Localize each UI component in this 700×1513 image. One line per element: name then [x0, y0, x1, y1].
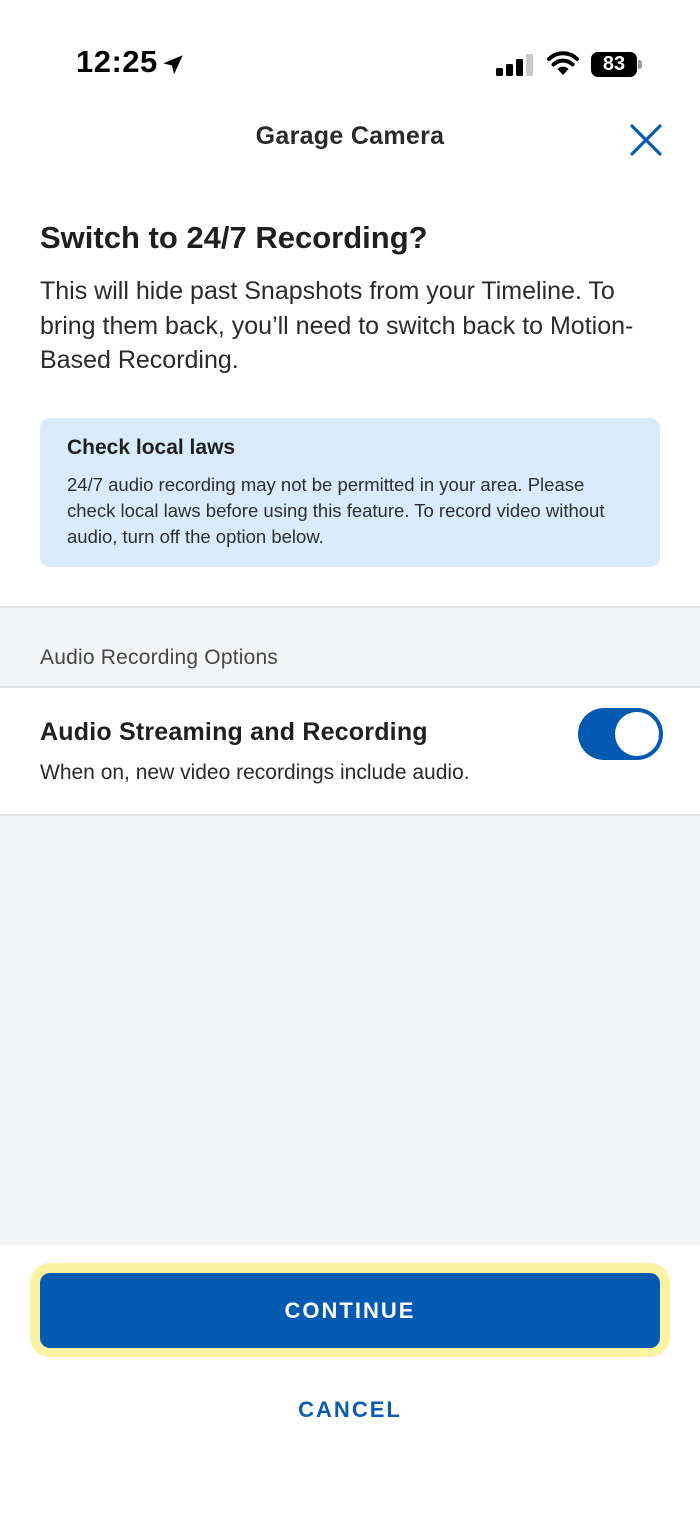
local-laws-notice: Check local laws 24/7 audio recording ma… — [40, 418, 660, 567]
continue-button[interactable]: CONTINUE — [40, 1273, 660, 1348]
close-icon — [630, 124, 662, 156]
cellular-signal-icon — [496, 54, 533, 76]
battery-level: 83 — [602, 53, 626, 75]
audio-toggle[interactable] — [578, 708, 663, 760]
status-time: 12:25 — [76, 44, 158, 79]
toggle-knob — [615, 712, 659, 756]
audio-streaming-row: Audio Streaming and Recording When on, n… — [0, 686, 700, 816]
notice-title: Check local laws — [67, 436, 236, 459]
page-title: Garage Camera — [255, 122, 445, 150]
dialog-description: This will hide past Snapshots from your … — [40, 277, 634, 374]
location-arrow-icon — [163, 55, 183, 75]
audio-setting-description: When on, new video recordings include au… — [40, 761, 470, 784]
notice-text: 24/7 audio recording may not be permitte… — [67, 474, 605, 547]
section-label: Audio Recording Options — [40, 646, 279, 669]
cancel-button[interactable]: CANCEL — [200, 1388, 500, 1432]
status-bar: 12:25 83 — [0, 0, 700, 100]
wifi-icon — [547, 51, 579, 75]
audio-options-section: Audio Recording Options Audio Streaming … — [0, 606, 700, 1246]
screen: 12:25 83 Garage Camera Switch to 24/7 Re… — [0, 0, 700, 1513]
dialog-heading: Switch to 24/7 Recording? — [40, 220, 428, 255]
battery-cap — [638, 60, 642, 69]
close-button[interactable] — [624, 118, 668, 162]
battery-icon: 83 — [591, 52, 637, 77]
audio-setting-title: Audio Streaming and Recording — [40, 718, 428, 746]
